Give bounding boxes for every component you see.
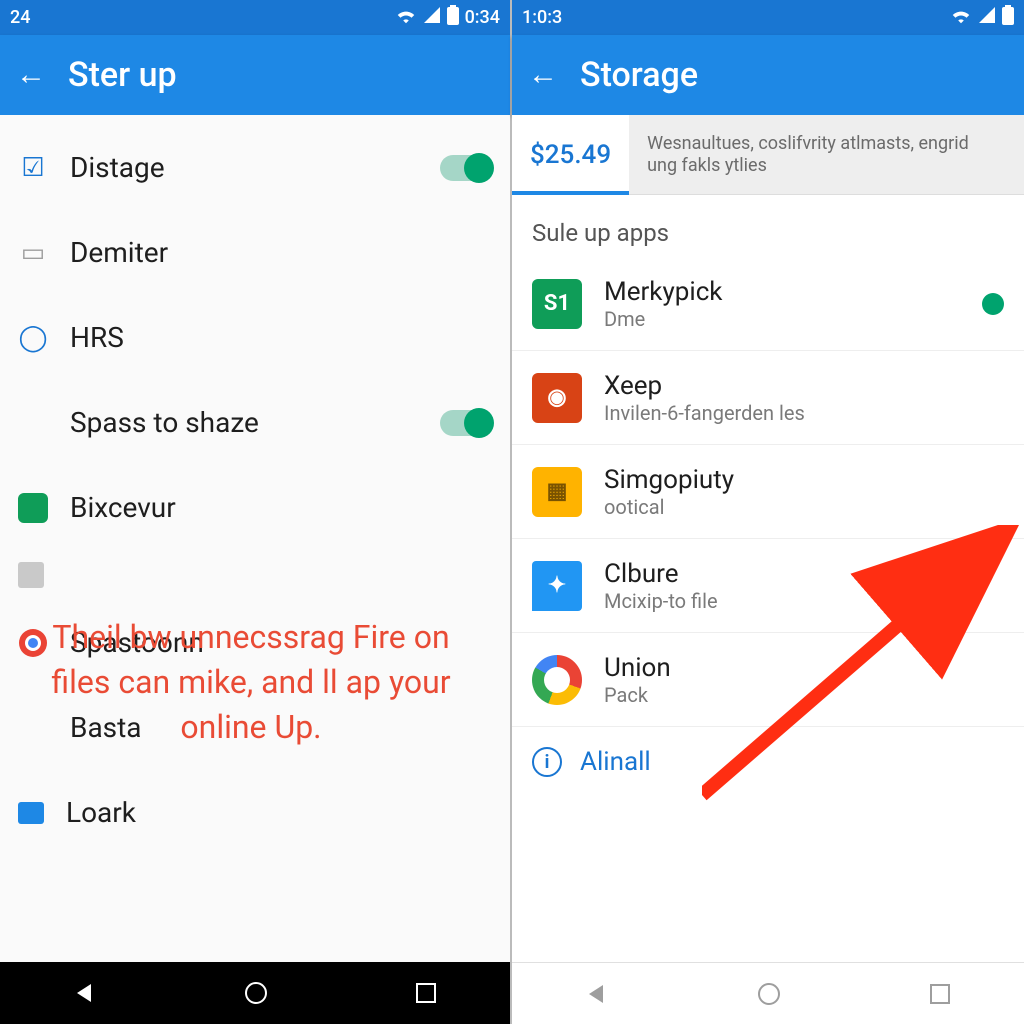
toggle-spass[interactable]	[440, 410, 490, 436]
nav-back-icon[interactable]	[73, 981, 97, 1005]
app-row-clbure[interactable]: ✦ Clbure Mcixip-to file	[512, 539, 1024, 633]
app-icon	[18, 493, 48, 523]
setting-row-basta[interactable]: Basta	[0, 685, 510, 770]
toggle-distage[interactable]	[440, 155, 490, 181]
nav-bar-left	[0, 962, 510, 1024]
app-name: Merkypick	[604, 277, 960, 307]
page-title-left: Ster up	[68, 55, 177, 95]
nav-bar-right	[512, 962, 1024, 1024]
alert-icon: ◯	[18, 323, 48, 353]
signal-icon	[978, 6, 996, 29]
setting-row-hrs[interactable]: ◯ HRS	[0, 295, 510, 380]
back-icon[interactable]: ←	[16, 60, 46, 90]
status-bar-left: 24 0:34	[0, 0, 510, 35]
chrome-icon	[18, 628, 48, 658]
footer-link-alinall[interactable]: i Alinall	[512, 727, 1024, 797]
battery-icon	[447, 5, 459, 30]
nav-home-icon[interactable]	[243, 980, 269, 1006]
wifi-icon	[395, 6, 417, 29]
screen-storage: 1:0:3 ← Storage $25.49 Wesnaultues, cosl…	[512, 0, 1024, 1024]
app-sub: Dme	[604, 307, 960, 331]
app-icon-xeep: ◉	[532, 373, 582, 423]
setting-row-bixcevur[interactable]: Bixcevur	[0, 465, 510, 550]
setting-row-spastoonn[interactable]: Spastoonn	[0, 600, 510, 685]
setting-label: Bixcevur	[70, 491, 490, 524]
page-title-right: Storage	[580, 55, 698, 95]
app-bar-right: ← Storage	[512, 35, 1024, 115]
status-right-icons	[950, 5, 1014, 30]
toggle-merkypick[interactable]	[982, 293, 1004, 315]
app-row-merkypick[interactable]: S1 Merkypick Dme	[512, 257, 1024, 351]
back-icon[interactable]: ←	[528, 60, 558, 90]
setting-label: HRS	[70, 321, 490, 354]
app-sub: ootical	[604, 495, 1004, 519]
status-left-text: 24	[10, 7, 30, 28]
app-name: Union	[604, 653, 1004, 683]
settings-list: ☑ Distage ▭ Demiter ◯ HRS Spass to shaze…	[0, 115, 510, 962]
grey-box-icon	[18, 562, 44, 588]
app-sub: Invilen-6-fangerden les	[604, 401, 1004, 425]
nav-home-icon[interactable]	[756, 981, 782, 1007]
tab-description[interactable]: Wesnaultues, coslifvrity atlmasts, engri…	[629, 115, 1005, 194]
folder-icon	[18, 802, 44, 824]
app-bar-left: ← Ster up	[0, 35, 510, 115]
setting-row-distage[interactable]: ☑ Distage	[0, 125, 510, 210]
app-icon-simgopiuty: ▦	[532, 467, 582, 517]
setting-row-loark[interactable]: Loark	[0, 770, 510, 855]
tab-amount[interactable]: $25.49	[512, 115, 629, 194]
signal-icon	[423, 6, 441, 29]
status-time-left: 0:34	[465, 7, 500, 28]
app-name: Simgopiuty	[604, 465, 1004, 495]
screen-settings: 24 0:34 ← Ster up ☑ Distage ▭ Demiter	[0, 0, 512, 1024]
status-bar-right: 1:0:3	[512, 0, 1024, 35]
nav-recent-icon[interactable]	[415, 982, 437, 1004]
app-icon-clbure: ✦	[532, 561, 582, 611]
setting-label: Distage	[70, 151, 418, 184]
status-right-icons: 0:34	[395, 5, 500, 30]
tab-description-text: Wesnaultues, coslifvrity atlmasts, engri…	[647, 133, 987, 176]
setting-label: Spastoonn	[70, 626, 490, 659]
nav-recent-icon[interactable]	[929, 983, 951, 1005]
app-name: Xeep	[604, 371, 1004, 401]
setting-row-demiter[interactable]: ▭ Demiter	[0, 210, 510, 295]
info-icon: i	[532, 747, 562, 777]
calendar-icon: ▭	[18, 238, 48, 268]
setting-label: Loark	[66, 796, 490, 829]
setting-row-spass[interactable]: Spass to shaze	[0, 380, 510, 465]
app-icon-s1: S1	[532, 279, 582, 329]
tab-bar: $25.49 Wesnaultues, coslifvrity atlmasts…	[512, 115, 1024, 195]
tab-amount-value: $25.49	[530, 140, 611, 170]
apps-list: Sule up apps S1 Merkypick Dme ◉ Xeep Inv…	[512, 195, 1024, 962]
app-sub: Mcixip-to file	[604, 589, 1004, 613]
blank-icon	[18, 713, 48, 743]
app-name: Clbure	[604, 559, 1004, 589]
checkbox-icon: ☑	[18, 153, 48, 183]
footer-link-label: Alinall	[580, 747, 651, 777]
app-row-union[interactable]: Union Pack	[512, 633, 1024, 727]
app-sub: Pack	[604, 683, 1004, 707]
app-row-xeep[interactable]: ◉ Xeep Invilen-6-fangerden les	[512, 351, 1024, 445]
setting-label: Basta	[70, 711, 490, 744]
battery-icon	[1002, 5, 1014, 30]
setting-row-spacer	[0, 550, 510, 600]
blank-icon	[18, 408, 48, 438]
app-row-simgopiuty[interactable]: ▦ Simgopiuty ootical	[512, 445, 1024, 539]
wifi-icon	[950, 6, 972, 29]
setting-label: Spass to shaze	[70, 406, 418, 439]
setting-label: Demiter	[70, 236, 490, 269]
app-icon-union	[532, 655, 582, 705]
nav-back-icon[interactable]	[585, 982, 609, 1006]
status-time-right: 1:0:3	[522, 7, 562, 28]
section-header: Sule up apps	[512, 209, 1024, 257]
